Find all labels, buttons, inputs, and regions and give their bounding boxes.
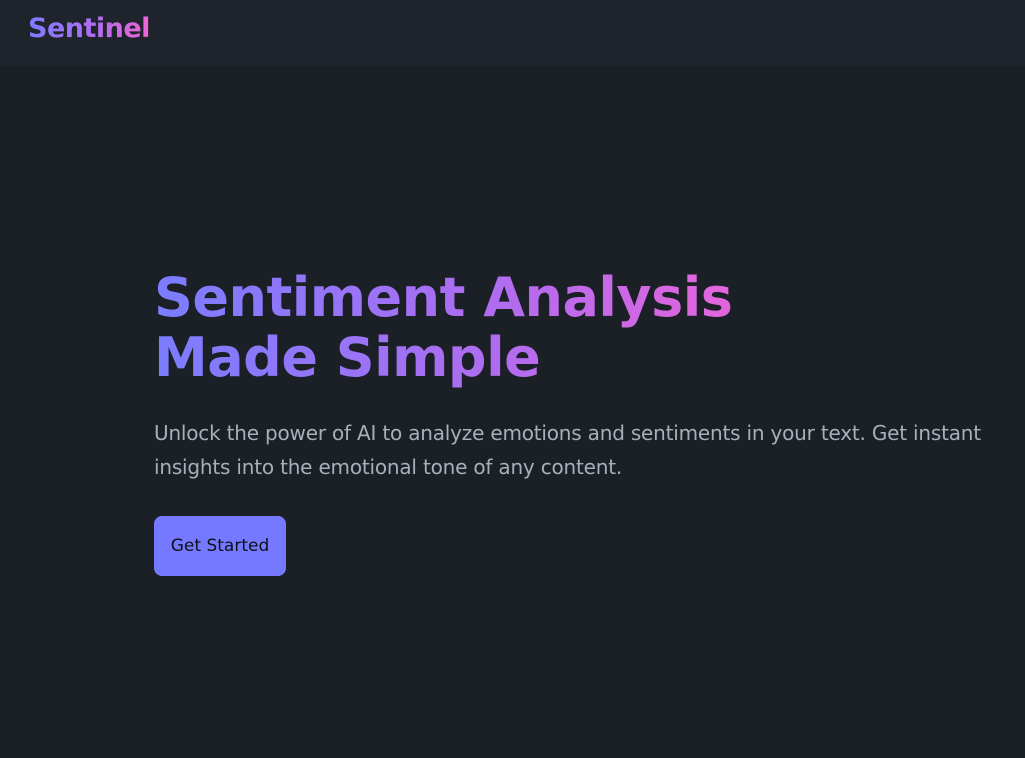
- hero-section: Sentiment Analysis Made Simple Unlock th…: [154, 268, 1004, 576]
- brand-logo[interactable]: Sentinel: [28, 12, 150, 46]
- get-started-button[interactable]: Get Started: [154, 516, 286, 576]
- top-navbar: Sentinel: [0, 0, 1025, 66]
- hero-subtitle: Unlock the power of AI to analyze emotio…: [154, 421, 981, 479]
- hero-title: Sentiment Analysis Made Simple: [154, 268, 914, 388]
